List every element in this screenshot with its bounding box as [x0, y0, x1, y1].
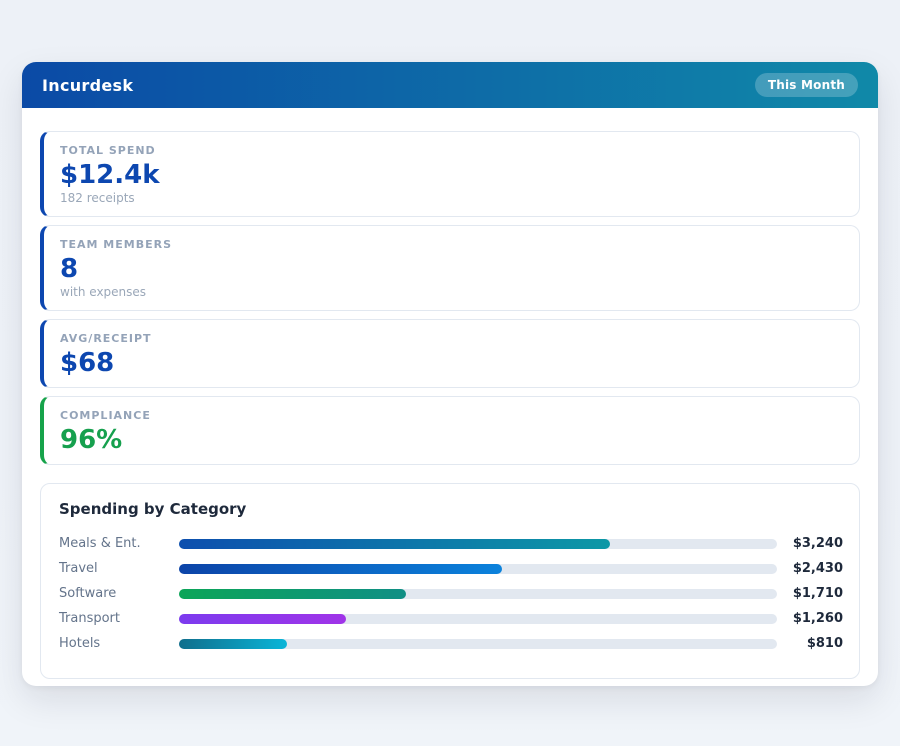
bar-row-meals-ent-: Meals & Ent. $3,240: [59, 531, 843, 556]
bar-fill: [179, 639, 287, 649]
dashboard-card: Incurdesk This Month TOTAL SPEND $12.4k 18…: [22, 62, 878, 686]
stat-card-list: TOTAL SPEND $12.4k 182 receipts TEAM MEMBER…: [40, 131, 860, 465]
bar-row-software: Software $1,710: [59, 581, 843, 606]
stat-value: 8: [60, 255, 841, 283]
bar-value-label: $1,710: [777, 586, 843, 601]
stat-label: AVG/RECEIPT: [60, 332, 841, 345]
bar-category-label: Hotels: [59, 636, 179, 651]
bar-track: [179, 589, 777, 599]
bar-category-label: Meals & Ent.: [59, 536, 179, 551]
bar-category-label: Software: [59, 586, 179, 601]
bar-fill: [179, 589, 406, 599]
bar-value-label: $3,240: [777, 536, 843, 551]
bar-fill: [179, 614, 346, 624]
stat-label: TOTAL SPEND: [60, 144, 841, 157]
period-badge[interactable]: This Month: [755, 73, 858, 97]
stat-subtext: 182 receipts: [60, 191, 841, 206]
bar-fill: [179, 539, 610, 549]
stat-label: COMPLIANCE: [60, 409, 841, 422]
stat-subtext: with expenses: [60, 285, 841, 300]
spending-chart-card: Spending by Category Meals & Ent. $3,240 T…: [40, 483, 860, 679]
bar-track: [179, 564, 777, 574]
bar-fill: [179, 564, 502, 574]
stat-card-avg-receipt: AVG/RECEIPT $68: [40, 319, 860, 388]
bar-row-hotels: Hotels $810: [59, 631, 843, 656]
app-title: Incurdesk: [42, 76, 133, 95]
stat-value: $68: [60, 349, 841, 377]
stat-card-total-spend: TOTAL SPEND $12.4k 182 receipts: [40, 131, 860, 217]
stat-value: $12.4k: [60, 161, 841, 189]
bar-row-travel: Travel $2,430: [59, 556, 843, 581]
bar-value-label: $810: [777, 636, 843, 651]
dashboard-body: TOTAL SPEND $12.4k 182 receipts TEAM MEMBER…: [22, 108, 878, 679]
bar-category-label: Transport: [59, 611, 179, 626]
bar-value-label: $2,430: [777, 561, 843, 576]
stat-card-compliance: COMPLIANCE 96%: [40, 396, 860, 465]
bar-value-label: $1,260: [777, 611, 843, 626]
bar-row-transport: Transport $1,260: [59, 606, 843, 631]
bar-chart: Meals & Ent. $3,240 Travel $2,430 Software $1…: [59, 531, 843, 656]
bar-track: [179, 539, 777, 549]
app-header: Incurdesk This Month: [22, 62, 878, 108]
chart-title: Spending by Category: [59, 500, 843, 518]
stat-card-team-members: TEAM MEMBERS 8 with expenses: [40, 225, 860, 311]
stat-value: 96%: [60, 426, 841, 454]
stat-label: TEAM MEMBERS: [60, 238, 841, 251]
bar-track: [179, 614, 777, 624]
bar-category-label: Travel: [59, 561, 179, 576]
bar-track: [179, 639, 777, 649]
